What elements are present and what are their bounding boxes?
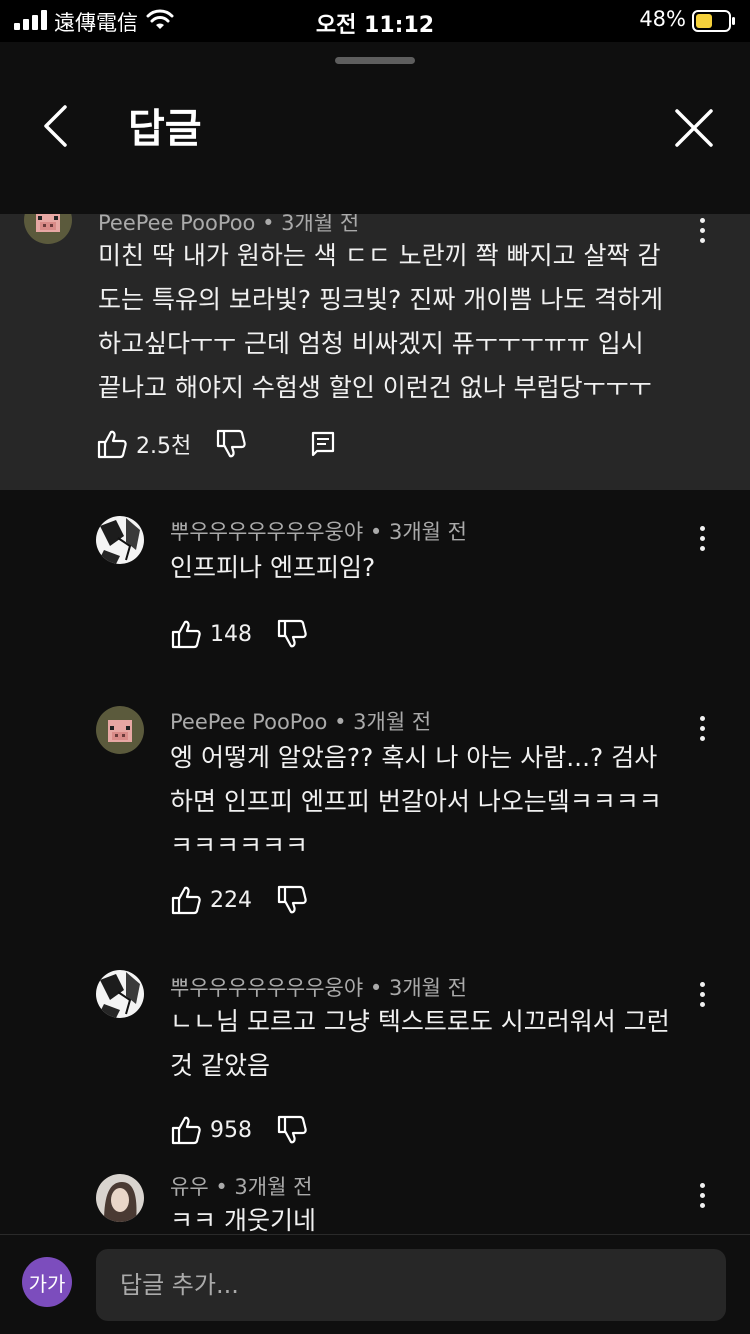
replies-sheet: 답글 PeePee PooPoo • 3개월 전 미친 딱 내가 원하는 색 ㄷ… — [0, 42, 750, 1334]
back-button[interactable] — [28, 98, 84, 154]
comment-meta: 뿌우우우우우우우웅야 • 3개월 전 — [170, 972, 467, 1002]
comment-actions: 224 — [170, 880, 308, 920]
parent-comment: PeePee PooPoo • 3개월 전 미친 딱 내가 원하는 색 ㄷㄷ 노… — [0, 214, 750, 490]
avatar[interactable] — [24, 214, 72, 244]
comment-author[interactable]: 유우 — [170, 1175, 209, 1199]
like-count: 2.5천 — [136, 434, 192, 459]
my-avatar[interactable]: 가가 — [22, 1257, 72, 1307]
comment-time: 3개월 전 — [388, 520, 467, 544]
comment-text: 미친 딱 내가 원하는 색 ㄷㄷ 노란끼 쫙 빠지고 살짝 감 도는 특유의 보… — [98, 241, 664, 402]
like-count: 958 — [210, 1117, 252, 1143]
status-bar: 遠傳電信 오전 11:12 48% — [0, 0, 750, 42]
comment-author[interactable]: 뿌우우우우우우우웅야 — [170, 520, 363, 544]
meta-separator: • — [369, 976, 389, 1000]
meta-separator: • — [369, 520, 389, 544]
thumbs-down-icon[interactable] — [215, 428, 247, 460]
pig-avatar-image — [96, 706, 144, 754]
comment-time: 3개월 전 — [388, 976, 467, 1000]
thumbs-up-icon[interactable] — [96, 428, 128, 460]
thumbs-down-icon[interactable] — [276, 618, 308, 650]
page-title: 답글 — [128, 106, 202, 152]
avatar[interactable] — [96, 516, 144, 564]
avatar[interactable] — [96, 1174, 144, 1222]
comment-time: 3개월 전 — [234, 1175, 313, 1199]
battery-percentage: 48% — [639, 7, 686, 31]
chevron-left-icon — [44, 105, 67, 147]
sheet-header: 답글 — [0, 72, 750, 172]
thumbs-down-icon[interactable] — [276, 1114, 308, 1146]
meta-separator: • — [215, 1175, 235, 1199]
battery-icon — [692, 10, 735, 32]
comment-meta: 유우 • 3개월 전 — [170, 1171, 312, 1201]
comment-author[interactable]: PeePee PooPoo — [170, 710, 327, 734]
more-options-button[interactable] — [690, 710, 714, 746]
comment-time: 3개월 전 — [281, 214, 360, 235]
thumbs-up-icon[interactable] — [170, 884, 202, 916]
close-icon — [675, 109, 713, 147]
comment-actions: 148 — [170, 614, 308, 654]
meta-separator: • — [334, 710, 354, 734]
photo-avatar-image — [96, 1174, 144, 1222]
close-button[interactable] — [664, 98, 724, 158]
clock: 오전 11:12 — [315, 13, 435, 38]
avatar[interactable] — [96, 706, 144, 754]
more-options-button[interactable] — [690, 976, 714, 1012]
reply-item: PeePee PooPoo • 3개월 전 엥 어떻게 알았음?? 혹시 나 아… — [0, 684, 750, 924]
thumbs-up-icon[interactable] — [170, 1114, 202, 1146]
like-count: 148 — [210, 621, 252, 647]
like-count: 224 — [210, 887, 252, 913]
pig-avatar-image — [24, 214, 72, 244]
comment-text: 인프피나 엔프피임? — [170, 553, 376, 582]
meta-separator: • — [262, 214, 282, 235]
comment-time: 3개월 전 — [353, 710, 432, 734]
avatar[interactable] — [96, 970, 144, 1018]
comment-text: ㄴㄴ님 모르고 그냥 텍스트로도 시끄러워서 그런 것 같았음 — [170, 1007, 670, 1080]
more-options-button[interactable] — [690, 214, 714, 248]
comment-meta: PeePee PooPoo • 3개월 전 — [170, 706, 431, 736]
thumbs-down-icon[interactable] — [276, 884, 308, 916]
reply-item: 뿌우우우우우우우웅야 • 3개월 전 ㄴㄴ님 모르고 그냥 텍스트로도 시끄러워… — [0, 954, 750, 1154]
comment-actions: 2.5천 — [96, 424, 339, 464]
reply-input[interactable] — [96, 1249, 726, 1321]
reply-comment-icon[interactable] — [307, 428, 339, 460]
comment-author[interactable]: PeePee PooPoo — [98, 214, 255, 235]
thumbs-up-icon[interactable] — [170, 618, 202, 650]
comment-actions: 958 — [170, 1110, 308, 1150]
comment-author[interactable]: 뿌우우우우우우우웅야 — [170, 976, 363, 1000]
reply-bar: 가가 — [0, 1234, 750, 1334]
manga-avatar-image — [96, 970, 144, 1018]
manga-avatar-image — [96, 516, 144, 564]
replies-list: PeePee PooPoo • 3개월 전 미친 딱 내가 원하는 색 ㄷㄷ 노… — [0, 214, 750, 1274]
reply-item: 뿌우우우우우우우웅야 • 3개월 전 인프피나 엔프피임? 148 — [0, 494, 750, 664]
drag-handle[interactable] — [335, 57, 415, 64]
more-options-button[interactable] — [690, 520, 714, 556]
more-options-button[interactable] — [690, 1177, 714, 1213]
comment-text: 엥 어떻게 알았음?? 혹시 나 아는 사람...? 검사 하면 인프피 엔프피… — [170, 743, 662, 860]
comment-meta: 뿌우우우우우우우웅야 • 3개월 전 — [170, 516, 467, 546]
